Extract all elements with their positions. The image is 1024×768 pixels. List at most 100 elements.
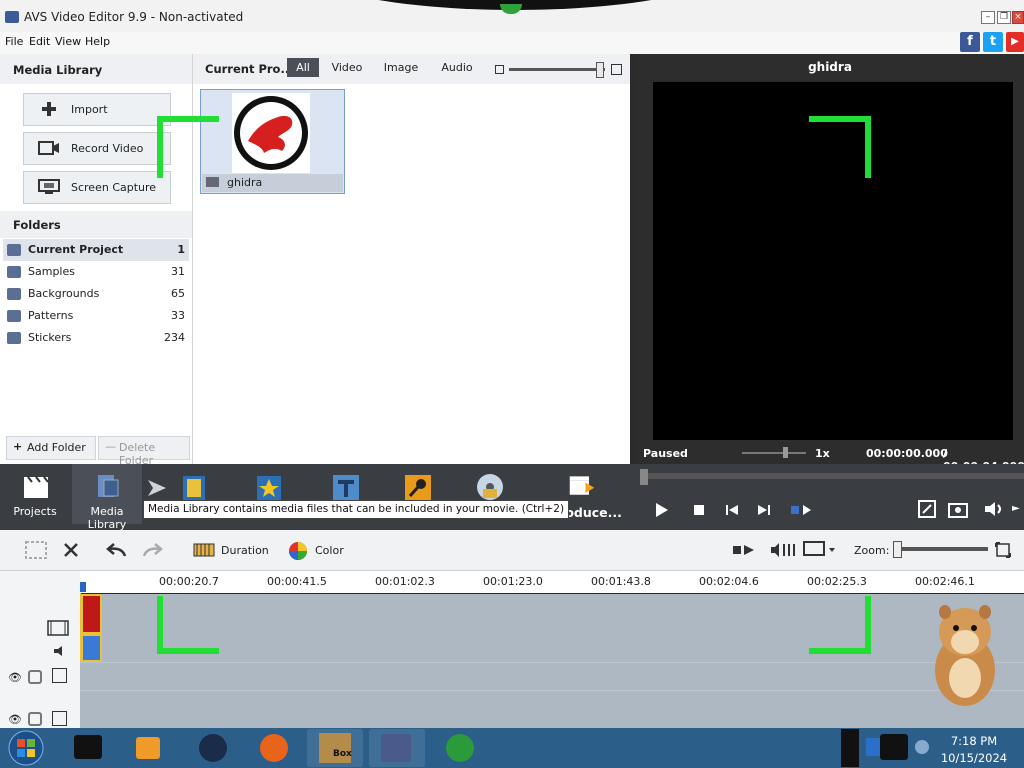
- microphone-icon[interactable]: [404, 474, 432, 502]
- windows-orb-icon: [446, 734, 474, 762]
- clock-date[interactable]: 10/15/2024: [940, 751, 1008, 765]
- seek-bar[interactable]: [640, 473, 1024, 479]
- sound-tray-icon[interactable]: [915, 740, 929, 754]
- color-button[interactable]: Color: [315, 544, 344, 557]
- disc-icon[interactable]: [475, 472, 505, 502]
- taskbar-item-firefox[interactable]: [246, 729, 302, 767]
- overlay-track-icon: [52, 711, 67, 726]
- taskbar-item-ghidra[interactable]: [185, 729, 241, 767]
- start-button-icon[interactable]: [5, 729, 47, 767]
- timeline-ruler[interactable]: [80, 571, 1024, 593]
- ruler-tick: 00:01:02.3: [375, 575, 435, 588]
- redo-icon[interactable]: [141, 542, 163, 558]
- tab-video[interactable]: Video: [327, 58, 367, 77]
- tray-app-icon[interactable]: [880, 734, 908, 760]
- film-icon: [98, 475, 119, 497]
- fit-to-window-icon[interactable]: [995, 542, 1011, 558]
- tab-image[interactable]: Image: [380, 58, 422, 77]
- stop-icon[interactable]: [693, 504, 705, 516]
- tab-all[interactable]: All: [287, 58, 319, 77]
- media-library-tool[interactable]: Media Library: [72, 464, 142, 531]
- screen-capture-button[interactable]: Screen Capture: [23, 171, 171, 204]
- projects-tool[interactable]: Projects: [0, 464, 70, 524]
- split-clip-icon[interactable]: [732, 542, 756, 558]
- media-item-ghidra[interactable]: ghidra: [200, 89, 345, 194]
- menu-help[interactable]: Help: [85, 35, 110, 48]
- network-icon[interactable]: [866, 738, 880, 756]
- playback-speed[interactable]: 1x: [815, 447, 830, 460]
- folder-icon: [7, 244, 21, 256]
- clock-time[interactable]: 7:18 PM: [940, 734, 1008, 748]
- taskbar-item-terminal[interactable]: [60, 729, 116, 767]
- split-icon[interactable]: [790, 503, 812, 517]
- lock-icon[interactable]: [28, 670, 42, 684]
- undo-icon[interactable]: [106, 542, 128, 558]
- timeline-clip-ghidra[interactable]: [80, 594, 102, 662]
- display-options-icon[interactable]: [803, 541, 837, 559]
- volume-slider-handle[interactable]: [783, 447, 788, 458]
- slider-handle[interactable]: [596, 62, 604, 78]
- import-button[interactable]: Import: [23, 93, 171, 126]
- volume-slider[interactable]: [742, 452, 806, 454]
- video-effects-icon[interactable]: [180, 474, 208, 502]
- volume-icon[interactable]: [983, 500, 1005, 518]
- zoom-slider[interactable]: [894, 547, 988, 551]
- folder-patterns[interactable]: Patterns 33: [3, 305, 189, 327]
- large-thumbnail-icon[interactable]: [611, 64, 622, 75]
- hamster-mascot: [935, 605, 995, 706]
- taskbar-item-media-player[interactable]: [120, 729, 176, 767]
- delete-folder-button[interactable]: — Delete Folder: [98, 436, 190, 467]
- monitor-icon: [38, 179, 60, 194]
- star-icon[interactable]: [255, 474, 283, 502]
- add-folder-button[interactable]: + Add Folder: [6, 436, 96, 460]
- snapshot-icon[interactable]: [948, 500, 968, 518]
- menu-edit[interactable]: Edit: [29, 35, 50, 48]
- fullscreen-icon[interactable]: [918, 500, 936, 518]
- tab-audio[interactable]: Audio: [437, 58, 477, 77]
- close-button[interactable]: ×: [1012, 11, 1024, 24]
- lock-icon[interactable]: [28, 712, 42, 726]
- zoom-slider-handle[interactable]: [893, 541, 902, 558]
- record-video-label: Record Video: [71, 142, 144, 155]
- folder-stickers[interactable]: Stickers 234: [3, 327, 189, 349]
- overlay-corner-marker: [809, 596, 871, 654]
- eye-icon[interactable]: 👁: [8, 713, 22, 726]
- folder-backgrounds[interactable]: Backgrounds 65: [3, 283, 189, 305]
- menu-view[interactable]: View: [55, 35, 81, 48]
- seek-handle[interactable]: [640, 469, 648, 485]
- menu-file[interactable]: File: [5, 35, 23, 48]
- facebook-icon[interactable]: f: [960, 32, 980, 52]
- taskbar-item-box[interactable]: Box: [307, 729, 363, 767]
- timeline-tracks[interactable]: [80, 594, 1024, 728]
- audio-mixer-icon[interactable]: [770, 541, 796, 559]
- folder-current-project[interactable]: Current Project 1: [3, 239, 189, 261]
- play-icon[interactable]: [654, 502, 670, 518]
- toolbar-more-arrow[interactable]: ►: [1012, 503, 1020, 514]
- playhead[interactable]: [80, 582, 86, 592]
- tray-hidden-icon[interactable]: [841, 729, 859, 767]
- youtube-icon[interactable]: ▶: [1006, 32, 1024, 52]
- eye-icon[interactable]: 👁: [8, 671, 22, 684]
- small-thumbnail-icon[interactable]: [495, 65, 504, 74]
- text-icon[interactable]: [332, 474, 360, 502]
- folder-samples[interactable]: Samples 31: [3, 261, 189, 283]
- taskbar-item-avs[interactable]: [369, 729, 425, 767]
- storyboard-icon[interactable]: [25, 541, 47, 559]
- next-frame-icon[interactable]: [757, 503, 771, 517]
- duration-button[interactable]: Duration: [221, 544, 269, 557]
- transitions-icon[interactable]: [146, 476, 168, 500]
- thumbnail-size-slider[interactable]: [509, 68, 605, 71]
- twitter-icon[interactable]: t: [983, 32, 1003, 52]
- screen-capture-label: Screen Capture: [71, 181, 157, 194]
- ruler-tick: 00:01:23.0: [483, 575, 543, 588]
- terminal-icon: [74, 735, 102, 759]
- minimize-button[interactable]: –: [981, 11, 995, 24]
- folder-name: Samples: [28, 265, 75, 278]
- current-time: 00:00:00.000: [866, 447, 948, 460]
- taskbar-item-windows[interactable]: [432, 729, 488, 767]
- maximize-button[interactable]: ❐: [997, 11, 1011, 24]
- firefox-icon: [260, 734, 288, 762]
- record-video-button[interactable]: Record Video: [23, 132, 171, 165]
- delete-icon[interactable]: [63, 542, 79, 558]
- previous-frame-icon[interactable]: [725, 503, 739, 517]
